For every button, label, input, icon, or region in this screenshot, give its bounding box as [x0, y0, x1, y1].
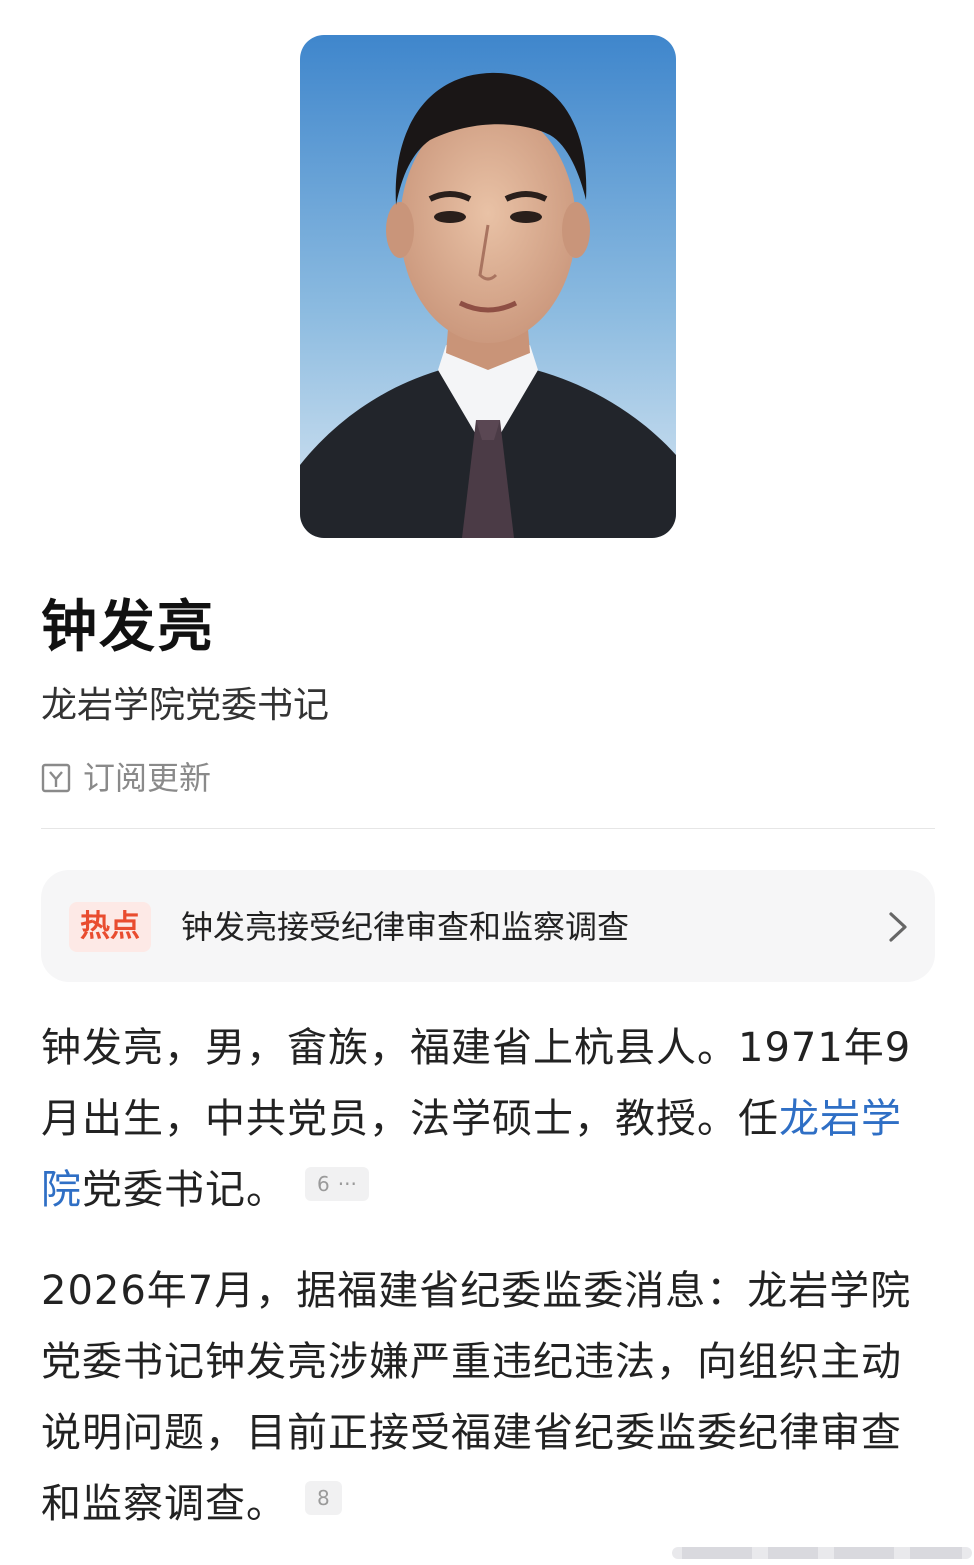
portrait-photo[interactable]: [300, 35, 676, 538]
intro-paragraph: 钟发亮，男，畲族，福建省上杭县人。1971年9月出生，中共党员，法学硕士，教授。…: [41, 1013, 941, 1226]
subscribe-button[interactable]: 订阅更新: [41, 756, 211, 800]
person-title: 龙岩学院党委书记: [41, 685, 330, 726]
scroll-indicator: [672, 1547, 972, 1559]
more-icon: ···: [337, 1172, 357, 1196]
hot-badge: 热点: [69, 902, 151, 952]
chevron-right-icon: [889, 912, 907, 942]
hot-headline: 钟发亮接受纪律审查和监察调查: [181, 908, 630, 946]
reference-number: 8: [317, 1486, 330, 1510]
reference-badge[interactable]: 8: [305, 1481, 342, 1515]
subscribe-label: 订阅更新: [83, 759, 212, 797]
divider: [41, 828, 935, 829]
reference-badge[interactable]: 6 ···: [305, 1167, 369, 1201]
hot-news-card[interactable]: 热点 钟发亮接受纪律审查和监察调查: [41, 870, 935, 982]
news-paragraph: 2026年7月，据福建省纪委监委消息：龙岩学院党委书记钟发亮涉嫌严重违纪违法，向…: [41, 1256, 941, 1540]
news-text: 2026年7月，据福建省纪委监委消息：龙岩学院党委书记钟发亮涉嫌严重违纪违法，向…: [41, 1268, 912, 1527]
person-name: 钟发亮: [41, 595, 215, 660]
intro-text-end: 党委书记。: [82, 1167, 287, 1213]
subscribe-icon: [41, 763, 71, 793]
reference-number: 6: [317, 1172, 330, 1196]
